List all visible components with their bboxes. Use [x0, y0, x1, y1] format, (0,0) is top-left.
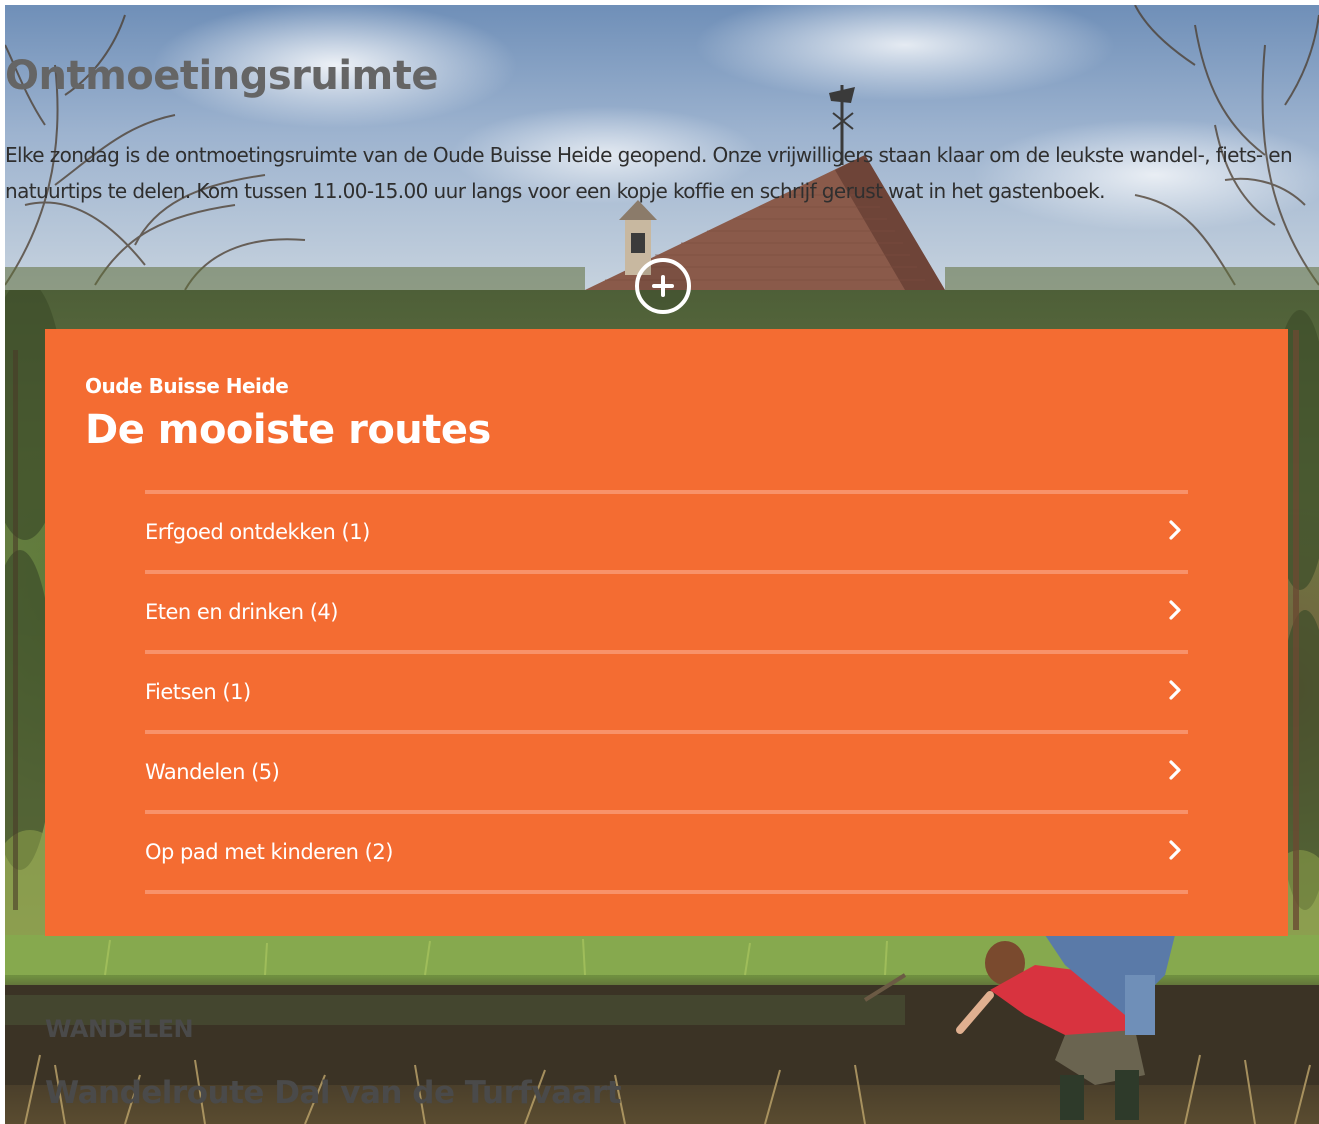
- route-item-label: Erfgoed ontdekken (1): [145, 520, 370, 544]
- chevron-right-icon: [1169, 520, 1181, 540]
- chevron-right-icon: [1169, 600, 1181, 620]
- routes-heading: De mooiste routes: [85, 407, 491, 453]
- chevron-right-icon: [1169, 680, 1181, 700]
- intro-title: Ontmoetingsruimte: [5, 53, 438, 99]
- teaser-category: Wandelen: [45, 1015, 194, 1043]
- route-item-label: Op pad met kinderen (2): [145, 840, 393, 864]
- routes-list: Erfgoed ontdekken (1) Eten en drinken (4…: [145, 490, 1188, 894]
- route-item-erfgoed[interactable]: Erfgoed ontdekken (1): [145, 494, 1188, 574]
- plus-circle-icon: [652, 275, 674, 297]
- routes-panel: Oude Buisse Heide De mooiste routes Erfg…: [45, 329, 1288, 936]
- intro-text: Elke zondag is de ontmoetingsruimte van …: [5, 143, 1293, 203]
- route-item-label: Eten en drinken (4): [145, 600, 338, 624]
- chevron-right-icon: [1169, 760, 1181, 780]
- route-item-label: Wandelen (5): [145, 760, 280, 784]
- route-item-eten-drinken[interactable]: Eten en drinken (4): [145, 574, 1188, 654]
- chevron-right-icon: [1169, 840, 1181, 860]
- route-item-wandelen[interactable]: Wandelen (5): [145, 734, 1188, 814]
- intro-section: Ontmoetingsruimte Elke zondag is de ontm…: [5, 5, 1319, 290]
- route-item-kinderen[interactable]: Op pad met kinderen (2): [145, 814, 1188, 894]
- page: Ontmoetingsruimte Elke zondag is de ontm…: [0, 0, 1319, 1124]
- expand-button[interactable]: [635, 258, 691, 314]
- teaser-title[interactable]: Wandelroute Dal van de Turfvaart: [45, 1075, 622, 1111]
- route-item-label: Fietsen (1): [145, 680, 251, 704]
- teaser-card[interactable]: Wandelen Wandelroute Dal van de Turfvaar…: [5, 935, 1319, 1124]
- route-item-fietsen[interactable]: Fietsen (1): [145, 654, 1188, 734]
- routes-eyebrow: Oude Buisse Heide: [85, 374, 289, 398]
